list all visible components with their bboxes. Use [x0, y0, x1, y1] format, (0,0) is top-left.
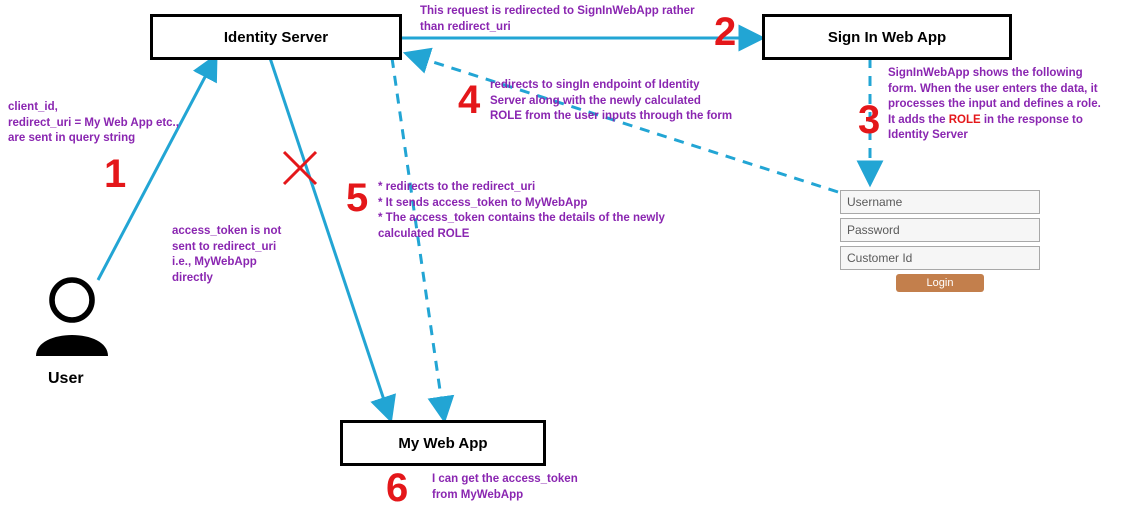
- annot-4: redirects to singIn endpoint of Identity…: [490, 78, 770, 125]
- customer-id-field[interactable]: Customer Id: [840, 246, 1040, 270]
- password-field[interactable]: Password: [840, 218, 1040, 242]
- annot-5: * redirects to the redirect_uri * It sen…: [378, 180, 718, 242]
- identity-server-label: Identity Server: [224, 29, 328, 46]
- annot-x: access_token is not sent to redirect_uri…: [172, 224, 322, 286]
- annot-3: SignInWebApp shows the following form. W…: [888, 66, 1124, 144]
- my-webapp-box: My Web App: [340, 420, 546, 466]
- identity-server-box: Identity Server: [150, 14, 402, 60]
- step-5: 5: [346, 178, 368, 218]
- step-4: 4: [458, 80, 480, 120]
- step-3: 3: [858, 100, 880, 140]
- user-icon: [24, 268, 120, 364]
- login-form: Username Password Customer Id Login: [840, 190, 1040, 292]
- annot-1: client_id, redirect_uri = My Web App etc…: [8, 100, 208, 147]
- step-1: 1: [104, 154, 126, 194]
- annot-2: This request is redirected to SignInWebA…: [420, 4, 740, 35]
- signin-webapp-label: Sign In Web App: [828, 29, 946, 46]
- signin-webapp-box: Sign In Web App: [762, 14, 1012, 60]
- username-field[interactable]: Username: [840, 190, 1040, 214]
- user-label: User: [48, 370, 84, 388]
- step-6: 6: [386, 468, 408, 508]
- my-webapp-label: My Web App: [398, 435, 487, 452]
- login-button[interactable]: Login: [896, 274, 984, 292]
- annot-6: I can get the access_token from MyWebApp: [432, 472, 632, 503]
